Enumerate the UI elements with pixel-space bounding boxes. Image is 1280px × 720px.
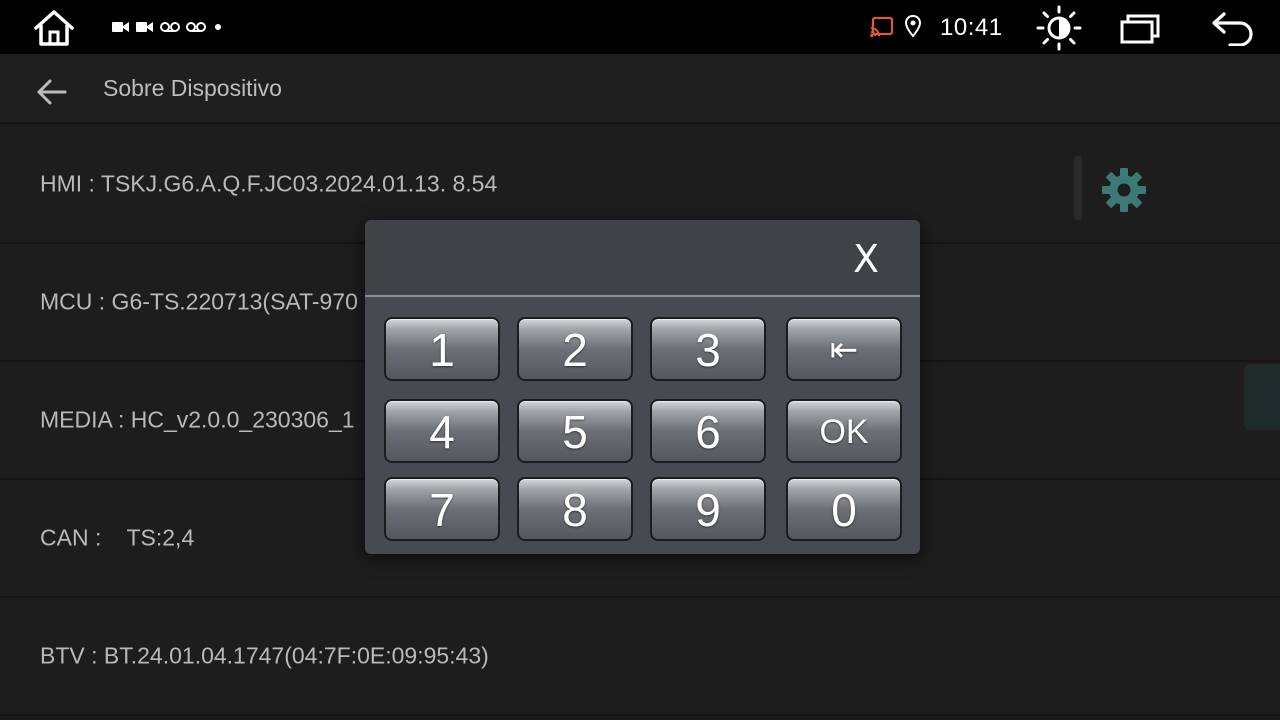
header-back-arrow-icon[interactable] — [34, 76, 70, 108]
key-5[interactable]: 5 — [517, 399, 633, 463]
key-8[interactable]: 8 — [517, 477, 633, 541]
numeric-keypad-dialog: X 1 2 3 ⇤ 4 5 6 OK 7 8 9 0 — [365, 220, 920, 554]
side-drawer-handle[interactable] — [1244, 364, 1280, 430]
key-4[interactable]: 4 — [384, 399, 500, 463]
key-6[interactable]: 6 — [650, 399, 766, 463]
info-row-label: MEDIA : HC_v2.0.0_230306_1 — [40, 406, 355, 433]
voicemail-icon — [186, 22, 206, 32]
dot-icon — [215, 24, 221, 30]
video-icon — [136, 22, 153, 32]
key-1[interactable]: 1 — [384, 317, 500, 381]
status-bar: 10:41 — [0, 0, 1280, 54]
location-icon — [904, 14, 922, 38]
info-row-label: CAN : TS:2,4 — [40, 524, 195, 551]
key-7[interactable]: 7 — [384, 477, 500, 541]
notification-icons — [112, 16, 224, 38]
key-9[interactable]: 9 — [650, 477, 766, 541]
backspace-button[interactable]: ⇤ — [786, 317, 902, 381]
close-button[interactable]: X — [843, 236, 889, 282]
key-2[interactable]: 2 — [517, 317, 633, 381]
cast-icon — [870, 16, 894, 38]
home-icon[interactable] — [30, 8, 78, 48]
page-header: Sobre Dispositivo — [0, 54, 1280, 124]
keypad-input-area: X — [365, 220, 920, 297]
divider — [1074, 156, 1082, 220]
info-row-label: BTV : BT.24.01.04.1747(04:7F:0E:09:95:43… — [40, 642, 489, 669]
info-row-label: HMI : TSKJ.G6.A.Q.F.JC03.2024.01.13. 8.5… — [40, 170, 498, 197]
ok-button[interactable]: OK — [786, 399, 902, 463]
back-icon[interactable] — [1210, 10, 1256, 46]
recents-icon[interactable] — [1118, 12, 1162, 46]
settings-shortcut — [1074, 156, 1154, 220]
info-row-label: MCU : G6-TS.220713(SAT-970 — [40, 288, 358, 315]
key-0[interactable]: 0 — [786, 477, 902, 541]
clock: 10:41 — [940, 14, 1003, 41]
brightness-icon[interactable] — [1036, 5, 1082, 51]
voicemail-icon — [160, 22, 180, 32]
video-icon — [112, 22, 129, 32]
key-3[interactable]: 3 — [650, 317, 766, 381]
page-title: Sobre Dispositivo — [103, 75, 282, 101]
gear-icon[interactable] — [1098, 164, 1150, 216]
info-row-btv[interactable]: BTV : BT.24.01.04.1747(04:7F:0E:09:95:43… — [0, 598, 1280, 716]
